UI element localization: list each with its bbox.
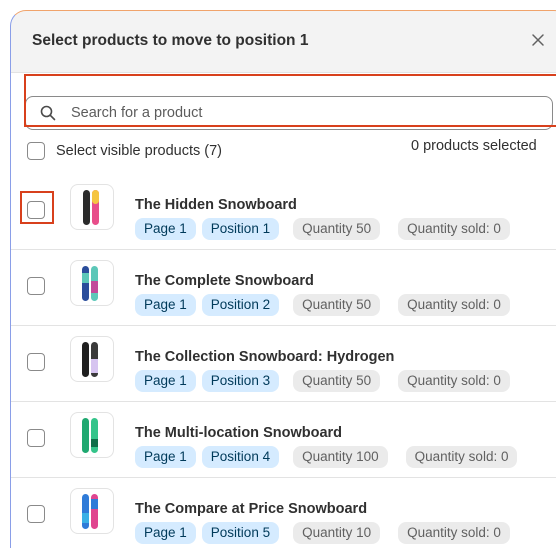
page-badge: Page 1	[135, 370, 196, 392]
position-badge: Position 2	[201, 294, 280, 316]
product-checkbox[interactable]	[27, 277, 45, 295]
search-input[interactable]	[71, 99, 541, 127]
quantity-badge: Quantity 50	[293, 218, 381, 240]
position-badge: Position 5	[201, 522, 280, 544]
product-name: The Hidden Snowboard	[135, 197, 297, 213]
product-row[interactable]: The Multi-location Snowboard Page 1 Posi…	[11, 402, 556, 478]
quantity-sold-badge: Quantity sold: 0	[398, 294, 510, 316]
product-thumbnail	[70, 184, 114, 230]
product-badges: Page 1 Position 3 Quantity 50 Quantity s…	[135, 370, 516, 392]
product-name: The Multi-location Snowboard	[135, 425, 343, 441]
select-visible-products[interactable]: Select visible products (7)	[27, 141, 222, 161]
product-badges: Page 1 Position 2 Quantity 50 Quantity s…	[135, 294, 516, 316]
quantity-sold-badge: Quantity sold: 0	[398, 522, 510, 544]
select-visible-label: Select visible products (7)	[56, 143, 223, 159]
quantity-sold-badge: Quantity sold: 0	[398, 370, 510, 392]
product-thumbnail	[70, 260, 114, 306]
product-row[interactable]: The Complete Snowboard Page 1 Position 2…	[11, 250, 556, 326]
product-thumbnail	[70, 336, 114, 382]
product-checkbox[interactable]	[27, 353, 45, 371]
quantity-badge: Quantity 50	[293, 294, 381, 316]
quantity-badge: Quantity 10	[293, 522, 381, 544]
page-badge: Page 1	[135, 294, 196, 316]
page-badge: Page 1	[135, 522, 196, 544]
product-badges: Page 1 Position 5 Quantity 10 Quantity s…	[135, 522, 516, 544]
product-checkbox[interactable]	[27, 201, 45, 219]
close-button[interactable]	[527, 29, 549, 51]
position-badge: Position 4	[201, 446, 280, 468]
selection-count: 0 products selected	[411, 138, 537, 154]
product-thumbnail	[70, 488, 114, 534]
search-icon	[40, 105, 56, 121]
product-thumbnail	[70, 412, 114, 458]
product-row[interactable]: The Compare at Price Snowboard Page 1 Po…	[11, 478, 556, 548]
product-name: The Complete Snowboard	[135, 273, 314, 289]
product-selection-modal: Select products to move to position 1 Se…	[11, 11, 556, 548]
quantity-badge: Quantity 50	[293, 370, 381, 392]
product-checkbox[interactable]	[27, 505, 45, 523]
position-badge: Position 1	[201, 218, 280, 240]
modal-header: Select products to move to position 1	[11, 11, 556, 73]
product-row[interactable]: The Hidden Snowboard Page 1 Position 1 Q…	[11, 174, 556, 250]
product-badges: Page 1 Position 1 Quantity 50 Quantity s…	[135, 218, 516, 240]
product-badges: Page 1 Position 4 Quantity 100 Quantity …	[135, 446, 523, 468]
page-badge: Page 1	[135, 218, 196, 240]
page-badge: Page 1	[135, 446, 196, 468]
quantity-sold-badge: Quantity sold: 0	[398, 218, 510, 240]
quantity-sold-badge: Quantity sold: 0	[405, 446, 518, 468]
product-name: The Compare at Price Snowboard	[135, 501, 368, 517]
close-icon	[532, 34, 544, 46]
product-name: The Collection Snowboard: Hydrogen	[135, 349, 395, 365]
position-badge: Position 3	[201, 370, 280, 392]
search-field[interactable]	[25, 96, 553, 130]
app-frame: Select products to move to position 1 Se…	[0, 0, 556, 548]
product-row[interactable]: The Collection Snowboard: Hydrogen Page …	[11, 326, 556, 402]
quantity-badge: Quantity 100	[293, 446, 388, 468]
select-visible-checkbox[interactable]	[27, 142, 45, 160]
product-checkbox[interactable]	[27, 429, 45, 447]
modal-title: Select products to move to position 1	[32, 32, 309, 49]
